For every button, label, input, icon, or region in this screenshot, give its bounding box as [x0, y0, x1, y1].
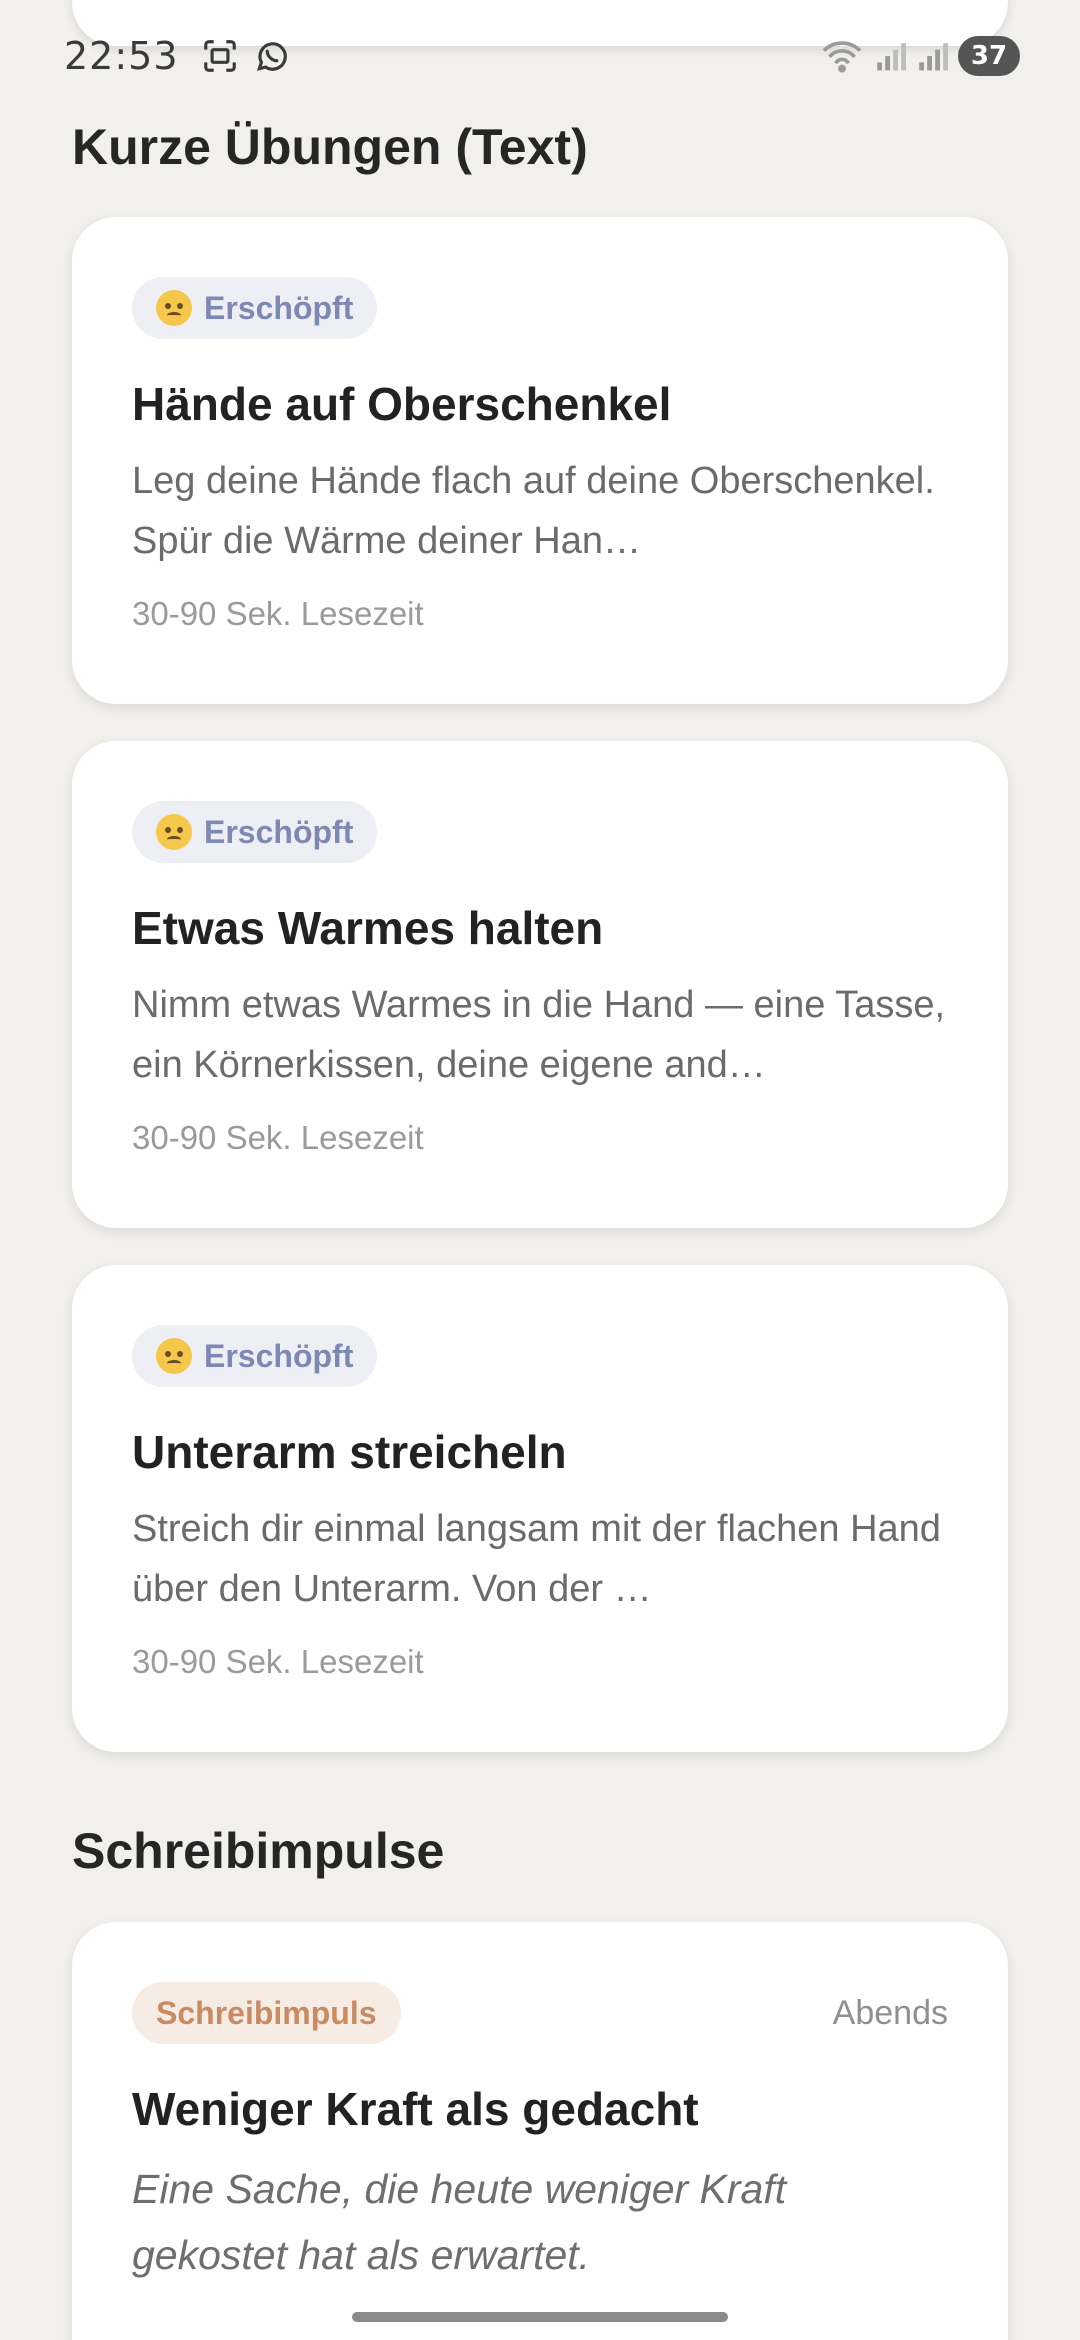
time-of-day-label: Abends: [832, 1993, 948, 2032]
exercise-description: Streich dir einmal langsam mit der flach…: [132, 1508, 941, 1610]
signal-icon: [877, 43, 906, 71]
exercise-description: Nimm etwas Warmes in die Hand — eine Tas…: [132, 984, 946, 1086]
exercise-title: Unterarm streicheln: [132, 1426, 567, 1478]
mood-tag: Erschöpft: [132, 1325, 378, 1387]
status-time: 22:53: [64, 34, 179, 78]
exercise-description: Leg deine Hände flach auf deine Obersche…: [132, 460, 935, 562]
writing-prompt-text: Eine Sache, die heute weniger Kraft geko…: [132, 2166, 787, 2278]
section-title-writing-prompts: Schreibimpulse: [72, 1823, 445, 1879]
exercise-title: Etwas Warmes halten: [132, 902, 604, 954]
home-indicator[interactable]: [352, 2312, 728, 2322]
mood-tag-label: Erschöpft: [204, 813, 354, 850]
tired-face-icon: [156, 290, 192, 326]
whatsapp-icon: [256, 42, 287, 71]
writing-prompt-tag: Schreibimpuls: [132, 1982, 401, 2044]
battery-indicator: 37: [958, 36, 1020, 76]
screenshot-icon: [203, 40, 236, 72]
writing-prompt-title: Weniger Kraft als gedacht: [132, 2083, 699, 2135]
signal-icon: [919, 43, 948, 71]
mood-tag: Erschöpft: [132, 277, 378, 339]
writing-prompt-card[interactable]: Schreibimpuls Abends Weniger Kraft als g…: [72, 1922, 1008, 2340]
mood-tag-label: Erschöpft: [204, 1337, 354, 1374]
tired-face-icon: [156, 1338, 192, 1374]
mood-tag: Erschöpft: [132, 801, 378, 863]
mood-tag-label: Erschöpft: [204, 289, 354, 326]
tired-face-icon: [156, 814, 192, 850]
wifi-icon: [822, 41, 862, 73]
exercise-reading-time: 30-90 Sek. Lesezeit: [132, 1643, 424, 1680]
exercise-card[interactable]: Erschöpft Etwas Warmes halten Nimm etwas…: [72, 741, 1008, 1228]
exercise-title: Hände auf Oberschenkel: [132, 378, 672, 430]
exercise-card[interactable]: Erschöpft Unterarm streicheln Streich di…: [72, 1265, 1008, 1752]
exercise-reading-time: 30-90 Sek. Lesezeit: [132, 595, 424, 632]
exercise-reading-time: 30-90 Sek. Lesezeit: [132, 1119, 424, 1156]
screen: 22:53 37 Kurze Übungen (Text) Erschöpft …: [0, 0, 1080, 2340]
status-bar: 22:53 37: [0, 26, 1080, 86]
exercise-card[interactable]: Erschöpft Hände auf Oberschenkel Leg dei…: [72, 217, 1008, 704]
section-title-short-exercises: Kurze Übungen (Text): [72, 119, 588, 175]
